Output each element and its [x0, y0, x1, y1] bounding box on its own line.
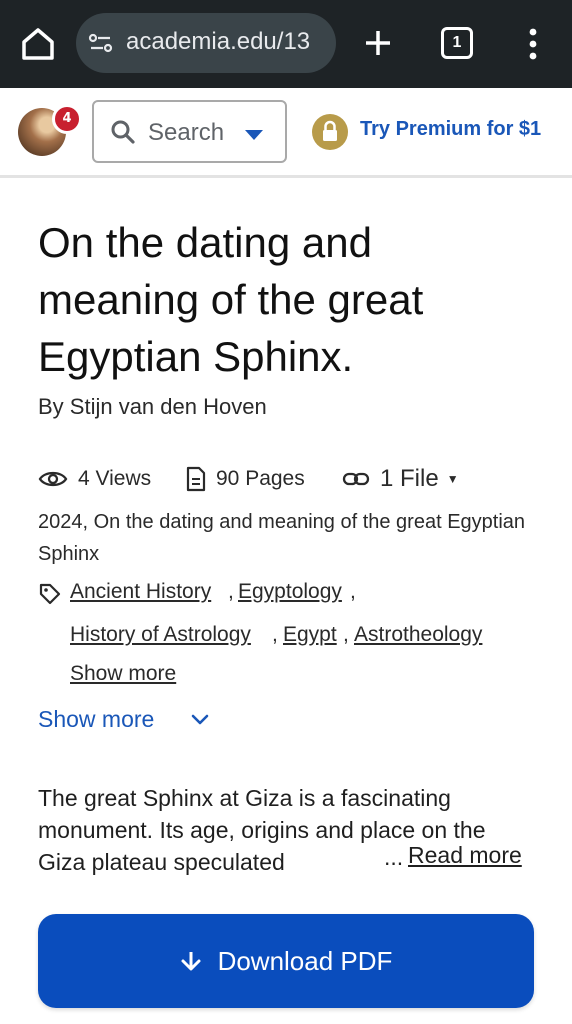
paper-title: On the dating and meaning of the great E… — [38, 219, 424, 380]
lock-icon[interactable] — [312, 114, 348, 150]
pages-stat: 90 Pages — [186, 462, 305, 496]
abstract-fade — [290, 846, 380, 878]
url-text[interactable]: academia.edu/13 — [126, 28, 310, 56]
tag-icon — [38, 582, 62, 606]
download-label[interactable]: Download PDF — [218, 946, 393, 977]
tags-show-more-link[interactable]: Show more — [70, 662, 176, 686]
browser-toolbar: academia.edu/13 1 — [0, 0, 572, 88]
tag-separator: , — [343, 623, 349, 646]
arrow-down-icon — [181, 952, 201, 971]
search-icon — [110, 119, 136, 145]
read-more-link[interactable]: Read more — [408, 842, 522, 869]
tag-link[interactable]: Egypt — [283, 623, 337, 647]
address-bar[interactable]: academia.edu/13 — [76, 13, 336, 73]
files-count[interactable]: 1 File — [380, 465, 439, 493]
files-dropdown[interactable]: 1 File ▼ — [342, 462, 459, 496]
link-icon — [342, 472, 370, 486]
more-vert-icon[interactable] — [521, 26, 545, 62]
tab-count: 1 — [452, 34, 462, 51]
tabs-icon[interactable]: 1 — [441, 27, 473, 59]
tag-link[interactable]: Astrotheology — [354, 623, 482, 647]
tag-link[interactable]: Ancient History — [70, 580, 211, 604]
download-pdf-button[interactable]: Download PDF — [38, 914, 534, 1008]
citation-text: 2024, On the dating and meaning of the g… — [38, 511, 526, 565]
tag-separator: , — [350, 580, 356, 603]
notification-badge[interactable]: 4 — [52, 104, 82, 134]
eye-icon — [38, 471, 68, 487]
try-premium-link[interactable]: Try Premium for $1 — [360, 118, 541, 141]
paper-author[interactable]: By Stijn van den Hoven — [38, 394, 267, 420]
search-input[interactable]: Search — [92, 100, 287, 163]
caret-down-icon[interactable]: ▼ — [447, 472, 459, 486]
tag-separator: , — [272, 623, 278, 646]
home-icon[interactable] — [18, 24, 58, 64]
site-info-icon[interactable] — [88, 31, 114, 55]
pages-count: 90 Pages — [216, 467, 305, 490]
views-count: 4 Views — [78, 467, 152, 490]
chevron-down-icon[interactable] — [244, 126, 264, 140]
chevron-down-icon[interactable] — [190, 712, 210, 728]
document-icon — [186, 466, 206, 492]
tag-link[interactable]: History of Astrology — [70, 623, 251, 647]
plus-icon[interactable] — [360, 24, 396, 62]
paper-stats: 4 Views 90 Pages 1 File ▼ — [38, 462, 538, 496]
show-more-button[interactable]: Show more — [38, 706, 154, 733]
tag-link[interactable]: Egyptology — [238, 580, 342, 604]
site-header: 4 Search Try Premium for $1 — [0, 88, 572, 178]
views-stat: 4 Views — [38, 462, 151, 496]
search-placeholder: Search — [148, 119, 225, 146]
ellipsis: ... — [384, 844, 404, 870]
tag-separator: , — [228, 580, 234, 603]
